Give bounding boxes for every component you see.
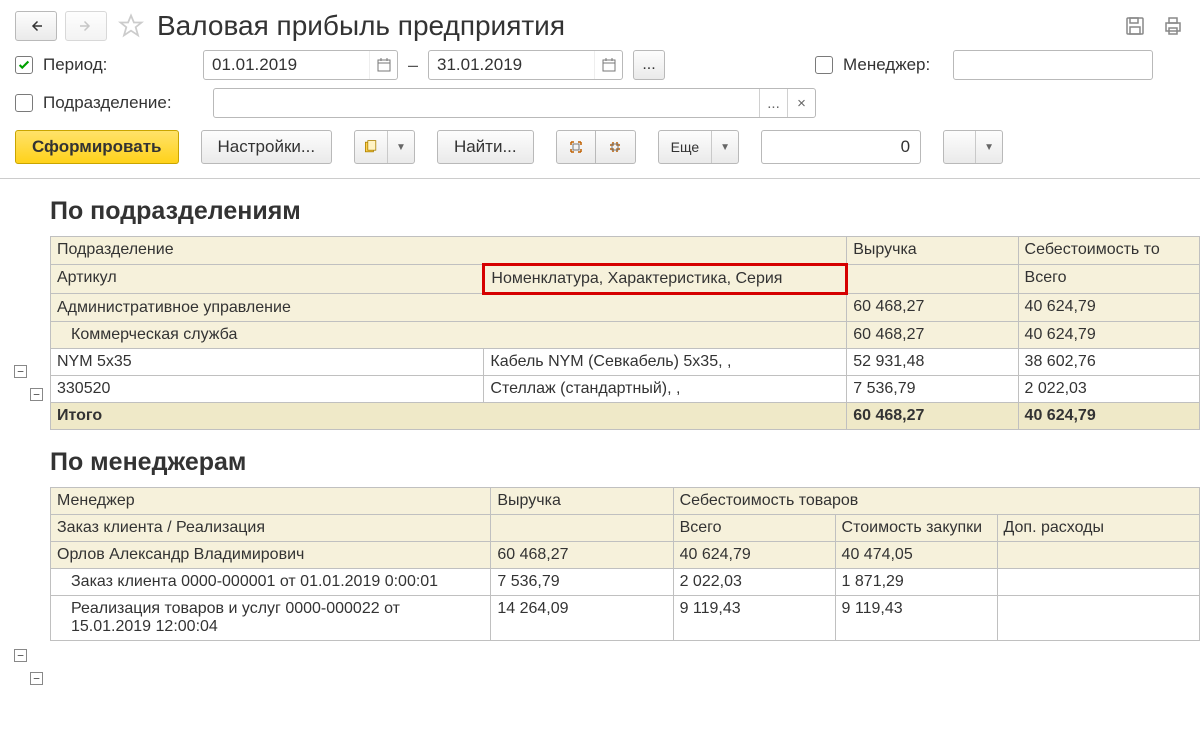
item-nomen: Кабель NYM (Севкабель) 5x35, , [484,349,847,376]
col-order: Заказ клиента / Реализация [51,515,491,542]
order-row-revenue: 14 264,09 [491,596,673,641]
variant-split-button[interactable]: ▼ [354,130,415,164]
col-total: Всего [673,515,835,542]
order-row-purchase: 9 119,43 [835,596,997,641]
manager-label: Менеджер: [843,55,943,75]
tree-collapse-node[interactable]: − [14,649,27,662]
col-purchase: Стоимость закупки [835,515,997,542]
divisions-table: Подразделение Выручка Себестоимость то А… [50,236,1200,430]
tree-collapse-node[interactable]: − [30,672,43,685]
manager-input[interactable] [953,50,1153,80]
item-article: 330520 [51,376,484,403]
manager-checkbox[interactable] [815,56,833,74]
more-button[interactable]: Еще ▼ [658,130,739,164]
generate-button[interactable]: Сформировать [15,130,179,164]
value-box[interactable]: 0 [761,130,921,164]
order-row-name: Заказ клиента 0000-000001 от 01.01.2019 … [51,569,491,596]
division-label: Подразделение: [43,93,203,113]
item-revenue: 7 536,79 [847,376,1018,403]
expand-all-button[interactable] [556,130,596,164]
manager-row-purchase: 40 474,05 [835,542,997,569]
item-cost: 2 022,03 [1018,376,1199,403]
col-revenue: Выручка [491,488,673,515]
more-dropdown[interactable]: ▼ [711,131,738,163]
total-label: Итого [51,403,847,430]
period-checkbox[interactable] [15,56,33,74]
variant-icon[interactable] [355,131,387,163]
period-ellipsis-button[interactable]: ... [633,50,665,80]
managers-table: Менеджер Выручка Себестоимость товаров З… [50,487,1200,641]
col-article: Артикул [51,265,484,294]
order-row-total: 2 022,03 [673,569,835,596]
item-cost: 38 602,76 [1018,349,1199,376]
period-to-value: 31.01.2019 [429,55,594,75]
manager-row-name: Орлов Александр Владимирович [51,542,491,569]
variant-dropdown[interactable]: ▼ [387,131,414,163]
division-row-revenue: 60 468,27 [847,322,1018,349]
print-icon[interactable] [1161,14,1185,38]
tree-gutter: − − − − [10,179,50,641]
division-checkbox[interactable] [15,94,33,112]
manager-row-revenue: 60 468,27 [491,542,673,569]
arrow-left-icon [27,17,45,35]
division-ellipsis-button[interactable]: ... [759,89,787,117]
item-article: NYM 5x35 [51,349,484,376]
period-from-input[interactable]: 01.01.2019 [203,50,398,80]
section-managers-title: По менеджерам [50,448,1200,477]
col-nomenclature-highlighted: Номенклатура, Характеристика, Серия [484,265,847,294]
more-label: Еще [659,131,712,163]
division-row-cost: 40 624,79 [1018,294,1199,322]
manager-row-total: 40 624,79 [673,542,835,569]
division-input[interactable]: ... × [213,88,816,118]
division-row-revenue: 60 468,27 [847,294,1018,322]
order-row-name: Реализация товаров и услуг 0000-000022 о… [51,596,491,641]
col-cost: Себестоимость то [1018,237,1199,265]
nav-forward-button[interactable] [65,11,107,41]
collapse-all-button[interactable] [596,130,636,164]
period-label: Период: [43,55,193,75]
item-revenue: 52 931,48 [847,349,1018,376]
page-title: Валовая прибыль предприятия [157,10,565,42]
item-nomen: Стеллаж (стандартный), , [484,376,847,403]
col-add: Доп. расходы [997,515,1199,542]
settings-button[interactable]: Настройки... [201,130,333,164]
tree-collapse-node[interactable]: − [30,388,43,401]
col-revenue: Выручка [847,237,1018,265]
total-revenue: 60 468,27 [847,403,1018,430]
col-cost: Себестоимость товаров [673,488,1199,515]
nav-back-button[interactable] [15,11,57,41]
save-icon[interactable] [1123,14,1147,38]
order-row-revenue: 7 536,79 [491,569,673,596]
col-total: Всего [1018,265,1199,294]
find-button[interactable]: Найти... [437,130,534,164]
total-cost: 40 624,79 [1018,403,1199,430]
arrow-right-icon [77,17,95,35]
period-dash: – [408,55,418,76]
tree-collapse-node[interactable]: − [14,365,27,378]
period-to-input[interactable]: 31.01.2019 [428,50,623,80]
order-row-purchase: 1 871,29 [835,569,997,596]
aux-dropdown[interactable]: ▼ [975,131,1002,163]
order-row-total: 9 119,43 [673,596,835,641]
calendar-icon[interactable] [369,51,397,79]
favorite-star-icon[interactable] [117,12,145,40]
col-division: Подразделение [51,237,847,265]
division-row-name: Коммерческая служба [51,322,847,349]
division-row-name: Административное управление [51,294,847,322]
section-divisions-title: По подразделениям [50,197,1200,226]
division-row-cost: 40 624,79 [1018,322,1199,349]
aux-split-button[interactable]: ▼ [943,130,1003,164]
division-clear-button[interactable]: × [787,89,815,117]
calendar-icon[interactable] [594,51,622,79]
col-manager: Менеджер [51,488,491,515]
period-from-value: 01.01.2019 [204,55,369,75]
expand-collapse-group [556,130,636,164]
